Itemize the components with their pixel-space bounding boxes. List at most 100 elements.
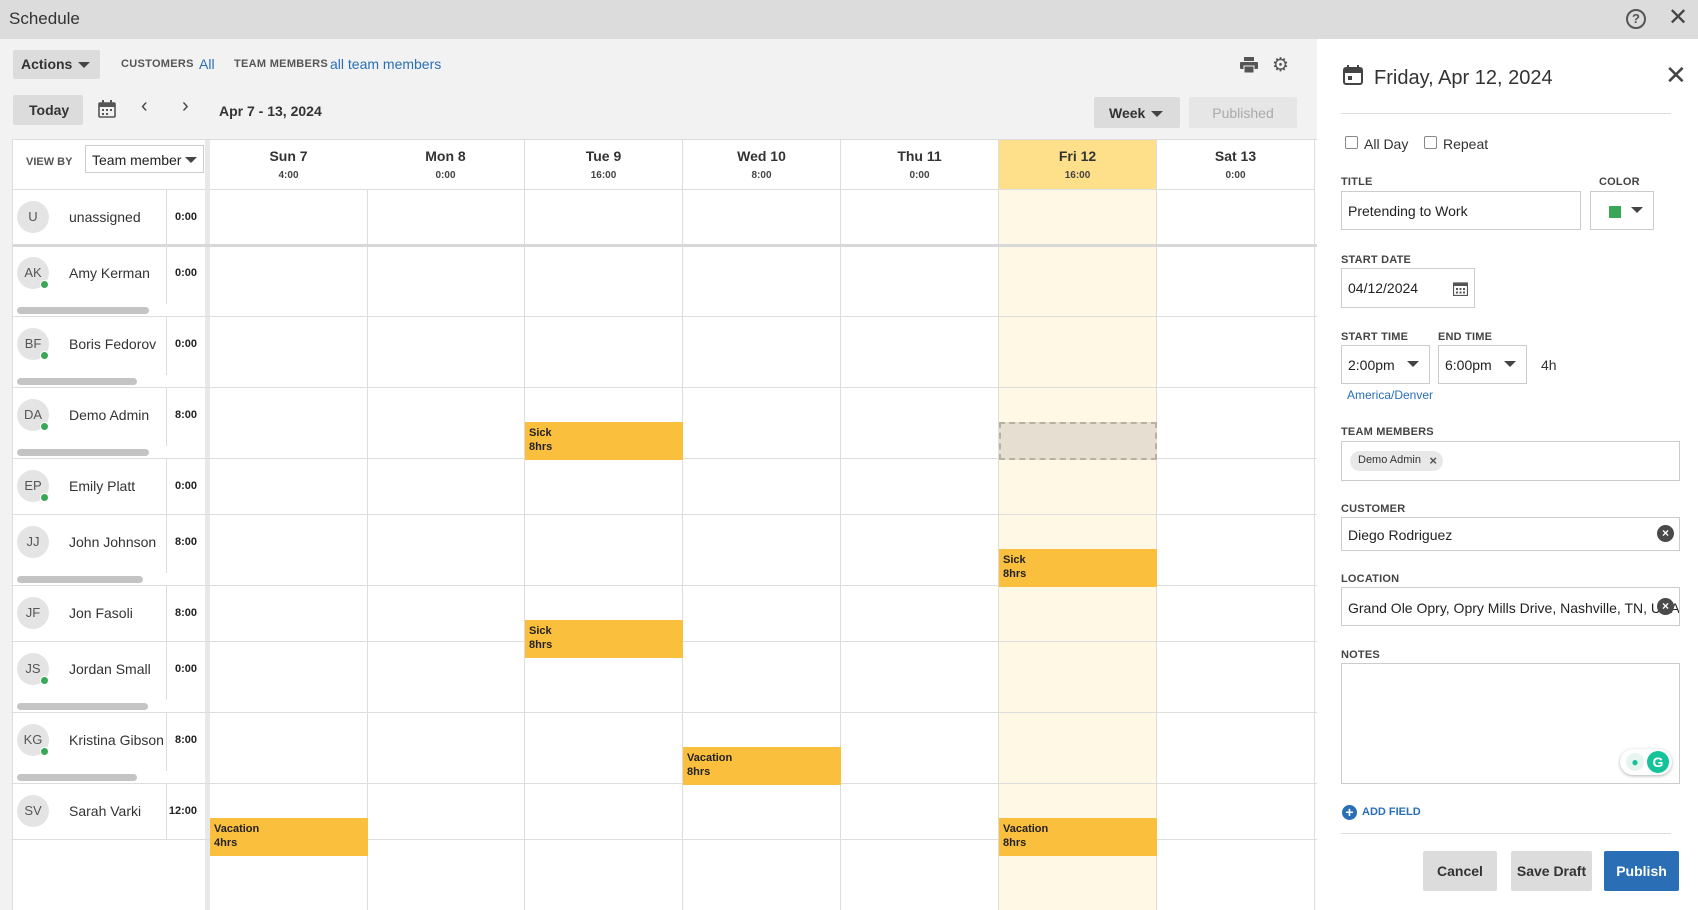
day-header[interactable]: Fri 12 16:00: [999, 140, 1157, 190]
schedule-event[interactable]: Vacation 8hrs: [683, 747, 841, 785]
team-member-row[interactable]: SV Sarah Varki 12:00: [13, 784, 205, 840]
day-header[interactable]: Sat 13 0:00: [1157, 140, 1315, 190]
member-scrollbar[interactable]: [17, 576, 143, 583]
date-range: Apr 7 - 13, 2024: [219, 103, 322, 119]
close-icon[interactable]: ✕: [1665, 62, 1687, 88]
schedule-event[interactable]: Vacation 4hrs: [210, 818, 368, 856]
start-time-select[interactable]: 2:00pm: [1341, 345, 1430, 384]
actions-button[interactable]: Actions: [13, 50, 100, 79]
team-member-row[interactable]: KG Kristina Gibson 8:00: [13, 713, 205, 784]
location-value: Grand Ole Opry, Opry Mills Drive, Nashvi…: [1348, 600, 1680, 616]
day-column[interactable]: [367, 190, 525, 910]
member-scrollbar[interactable]: [17, 449, 149, 456]
customers-filter-link[interactable]: All: [199, 56, 215, 72]
location-input[interactable]: Grand Ole Opry, Opry Mills Drive, Nashvi…: [1341, 587, 1680, 626]
chevron-down-icon: [1504, 361, 1516, 367]
chevron-down-icon: [185, 157, 197, 163]
end-time-select[interactable]: 6:00pm: [1438, 345, 1527, 384]
member-scrollbar[interactable]: [17, 774, 137, 781]
timezone-link[interactable]: America/Denver: [1347, 388, 1433, 402]
event-title: Vacation: [1003, 823, 1049, 835]
customer-input[interactable]: Diego Rodriguez ×: [1341, 517, 1680, 551]
today-button[interactable]: Today: [13, 95, 83, 125]
customers-filter-label: CUSTOMERS: [121, 58, 194, 70]
schedule-event[interactable]: Sick 8hrs: [525, 620, 683, 658]
team-member-row[interactable]: JS Jordan Small 0:00: [13, 642, 205, 713]
view-by-select[interactable]: Team member: [85, 145, 204, 173]
event-duration: 8hrs: [529, 639, 553, 651]
day-header[interactable]: Tue 9 16:00: [525, 140, 683, 190]
row-divider: [13, 783, 1318, 784]
all-day-checkbox[interactable]: [1345, 136, 1358, 149]
view-by-value: Team member: [92, 152, 182, 168]
draft-event-slot[interactable]: [999, 422, 1157, 460]
add-field-icon[interactable]: +: [1342, 805, 1357, 820]
day-name: Mon 8: [425, 148, 466, 164]
start-date-value: 04/12/2024: [1348, 280, 1419, 296]
event-duration: 8hrs: [687, 766, 711, 778]
cancel-button[interactable]: Cancel: [1423, 851, 1497, 891]
team-filter-link[interactable]: all team members: [330, 56, 441, 72]
team-member-row[interactable]: Uunassigned 0:00: [13, 190, 205, 246]
customer-label: CUSTOMER: [1341, 503, 1406, 515]
view-mode-dropdown[interactable]: Week: [1094, 97, 1180, 128]
member-scrollbar[interactable]: [17, 378, 137, 385]
repeat-checkbox[interactable]: [1424, 136, 1437, 149]
gear-icon[interactable]: ⚙: [1272, 56, 1289, 75]
team-member-row[interactable]: JJ John Johnson 8:00: [13, 515, 205, 586]
team-member-row[interactable]: AK Amy Kerman 0:00: [13, 246, 205, 317]
print-icon[interactable]: [1240, 57, 1258, 73]
member-scrollbar[interactable]: [17, 307, 149, 314]
bulb-icon[interactable]: ●: [1626, 753, 1644, 771]
day-column[interactable]: [1157, 190, 1315, 910]
published-button[interactable]: Published: [1189, 97, 1297, 128]
schedule-event[interactable]: Sick 8hrs: [999, 549, 1157, 587]
publish-button[interactable]: Publish: [1604, 851, 1679, 891]
clear-location-icon[interactable]: ×: [1657, 598, 1674, 615]
member-name: Jordan Small: [69, 661, 151, 677]
close-icon[interactable]: ✕: [1668, 6, 1688, 30]
event-title: Vacation: [214, 823, 260, 835]
team-member-row[interactable]: DA Demo Admin 8:00: [13, 388, 205, 459]
next-week-icon[interactable]: ›: [182, 95, 189, 118]
calendar-icon[interactable]: [98, 100, 116, 118]
grammarly-icon[interactable]: G: [1647, 751, 1669, 773]
day-column[interactable]: [841, 190, 999, 910]
day-header[interactable]: Thu 11 0:00: [841, 140, 999, 190]
day-column[interactable]: [683, 190, 841, 910]
remove-chip-icon[interactable]: ×: [1429, 453, 1437, 468]
clear-customer-icon[interactable]: ×: [1657, 525, 1674, 542]
schedule-event[interactable]: Sick 8hrs: [525, 422, 683, 460]
calendar-icon[interactable]: [1453, 281, 1468, 296]
add-field-link[interactable]: ADD FIELD: [1362, 806, 1421, 818]
help-icon[interactable]: ?: [1626, 9, 1646, 29]
team-member-row[interactable]: BF Boris Fedorov 0:00: [13, 317, 205, 388]
row-divider: [13, 514, 1318, 515]
member-hours: 0:00: [166, 317, 205, 375]
title-input[interactable]: Pretending to Work: [1341, 191, 1581, 230]
day-header[interactable]: Wed 10 8:00: [683, 140, 841, 190]
team-member-row[interactable]: EP Emily Platt 0:00: [13, 459, 205, 515]
online-status-icon: [40, 422, 49, 431]
divider: [1341, 833, 1671, 834]
day-header[interactable]: Mon 8 0:00: [367, 140, 525, 190]
start-date-input[interactable]: 04/12/2024: [1341, 268, 1475, 308]
day-column[interactable]: [210, 190, 368, 910]
event-title: Vacation: [687, 752, 733, 764]
day-hours: 16:00: [590, 170, 617, 181]
grammarly-widget[interactable]: ● G: [1620, 749, 1672, 775]
row-divider: [13, 387, 1318, 388]
day-column[interactable]: [525, 190, 683, 910]
day-header[interactable]: Sun 7 4:00: [210, 140, 368, 190]
schedule-grid: VIEW BY Team member Sun 7 4:00 Mon 8 0:00 Tu…: [12, 139, 1318, 910]
member-scrollbar[interactable]: [17, 703, 148, 710]
all-day-label: All Day: [1364, 136, 1409, 152]
previous-week-icon[interactable]: ‹: [141, 95, 148, 118]
color-picker[interactable]: [1590, 191, 1654, 230]
event-duration: 8hrs: [1003, 837, 1027, 849]
team-member-row[interactable]: JF Jon Fasoli 8:00: [13, 586, 205, 642]
save-draft-button[interactable]: Save Draft: [1511, 851, 1592, 891]
schedule-event[interactable]: Vacation 8hrs: [999, 818, 1157, 856]
team-members-input[interactable]: Demo Admin ×: [1341, 441, 1680, 481]
chip-label: Demo Admin: [1358, 454, 1421, 466]
